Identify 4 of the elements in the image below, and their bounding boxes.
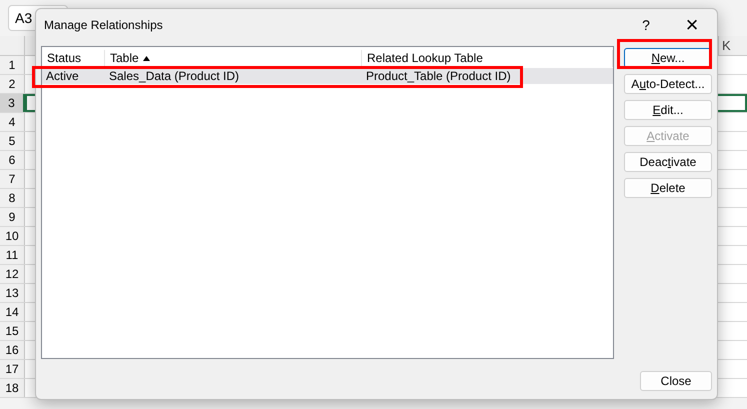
table-cell-text: Active <box>45 68 80 85</box>
table-cell-text: Product_Table (Product ID) <box>365 68 512 85</box>
dialog-title: Manage Relationships <box>44 17 164 34</box>
table-cell-text: Sales_Data (Product ID) <box>108 68 240 85</box>
